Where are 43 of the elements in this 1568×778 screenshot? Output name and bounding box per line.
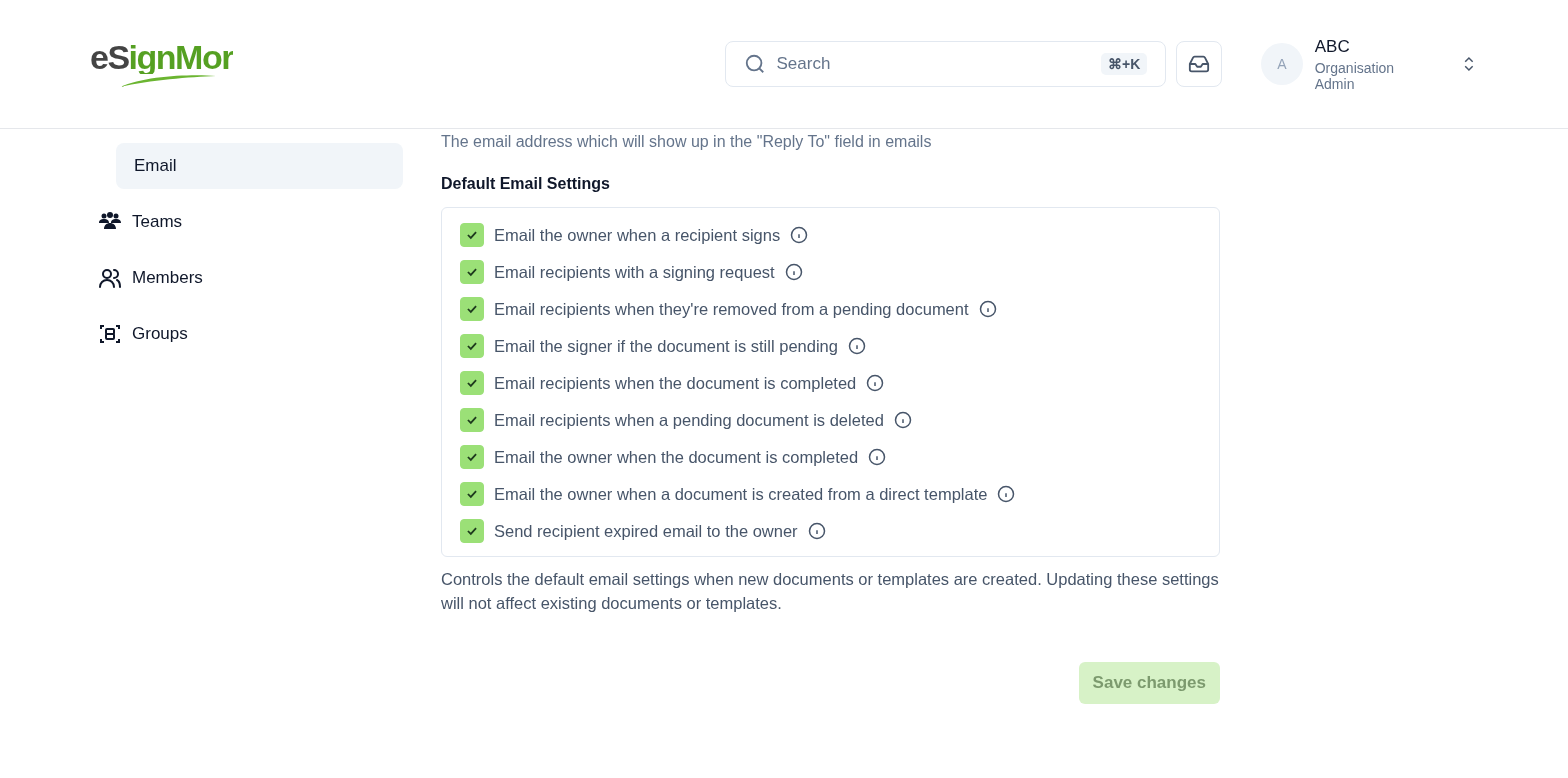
- option-label: Email the signer if the document is still pending: [494, 336, 838, 356]
- checkbox[interactable]: [460, 223, 484, 247]
- info-icon[interactable]: [807, 522, 826, 540]
- checkbox[interactable]: [460, 260, 484, 284]
- search-field[interactable]: Search ⌘+K: [725, 41, 1167, 87]
- checkbox[interactable]: [460, 519, 484, 543]
- checkbox[interactable]: [460, 334, 484, 358]
- info-icon[interactable]: [893, 411, 912, 429]
- option-label: Send recipient expired email to the owner: [494, 521, 798, 541]
- sidebar-item[interactable]: Groups: [98, 311, 403, 357]
- info-icon[interactable]: [868, 448, 887, 466]
- search-icon: [744, 53, 767, 75]
- section-title: Default Email Settings: [441, 175, 611, 193]
- inbox-button[interactable]: [1176, 41, 1222, 87]
- checkbox[interactable]: [460, 445, 484, 469]
- option-label: Email the owner when the document is completed: [494, 447, 859, 467]
- users-icon: [98, 266, 122, 290]
- info-icon[interactable]: [784, 263, 803, 281]
- field-hint: The email address which will show up in the "Reply To" field in emails: [441, 133, 933, 151]
- checkbox[interactable]: [460, 408, 484, 432]
- group-icon: [98, 322, 122, 346]
- info-icon[interactable]: [978, 300, 997, 318]
- info-icon[interactable]: [997, 485, 1016, 503]
- checkbox[interactable]: [460, 371, 484, 395]
- info-icon[interactable]: [847, 337, 866, 355]
- option-label: Email the owner when a recipient signs: [494, 225, 781, 245]
- shortcut-hint: ⌘+K: [1100, 53, 1148, 75]
- sidebar-item[interactable]: Members: [98, 255, 403, 301]
- option-label: Email recipients with a signing request: [494, 262, 775, 282]
- info-icon[interactable]: [790, 226, 809, 244]
- user-role: Organisation Admin: [1314, 59, 1396, 92]
- sidebar-item[interactable]: Teams: [98, 199, 403, 245]
- option-label: Email recipients when the document is completed: [494, 373, 857, 393]
- inbox-icon: [1188, 53, 1211, 75]
- option-label: Email recipients when they're removed from a pending document: [494, 299, 969, 319]
- user-name: ABC: [1314, 36, 1351, 57]
- sidebar-item[interactable]: Email: [116, 143, 403, 189]
- option-label: Email the owner when a document is created from a direct template: [494, 484, 988, 504]
- checkbox[interactable]: [460, 482, 484, 506]
- option-label: Email recipients when a pending document is deleted: [494, 410, 884, 430]
- description: Controls the default email settings when new documents or templates are created. Updating these settings will not affect existing documents or templates.: [441, 569, 1220, 614]
- checkbox[interactable]: [460, 297, 484, 321]
- info-icon[interactable]: [866, 374, 885, 392]
